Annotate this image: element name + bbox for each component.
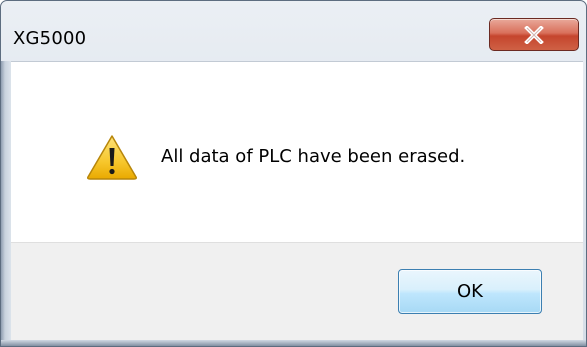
warning-icon — [87, 135, 137, 180]
close-button[interactable] — [489, 18, 579, 51]
window-frame-bottom — [1, 340, 586, 346]
close-icon — [524, 26, 544, 44]
ok-button[interactable]: OK — [398, 269, 542, 314]
window-frame-left — [1, 61, 11, 346]
dialog-title: XG5000 — [13, 28, 87, 49]
message-dialog: XG5000 All data of PLC have been erased.… — [0, 0, 587, 347]
dialog-message: All data of PLC have been erased. — [161, 146, 466, 167]
